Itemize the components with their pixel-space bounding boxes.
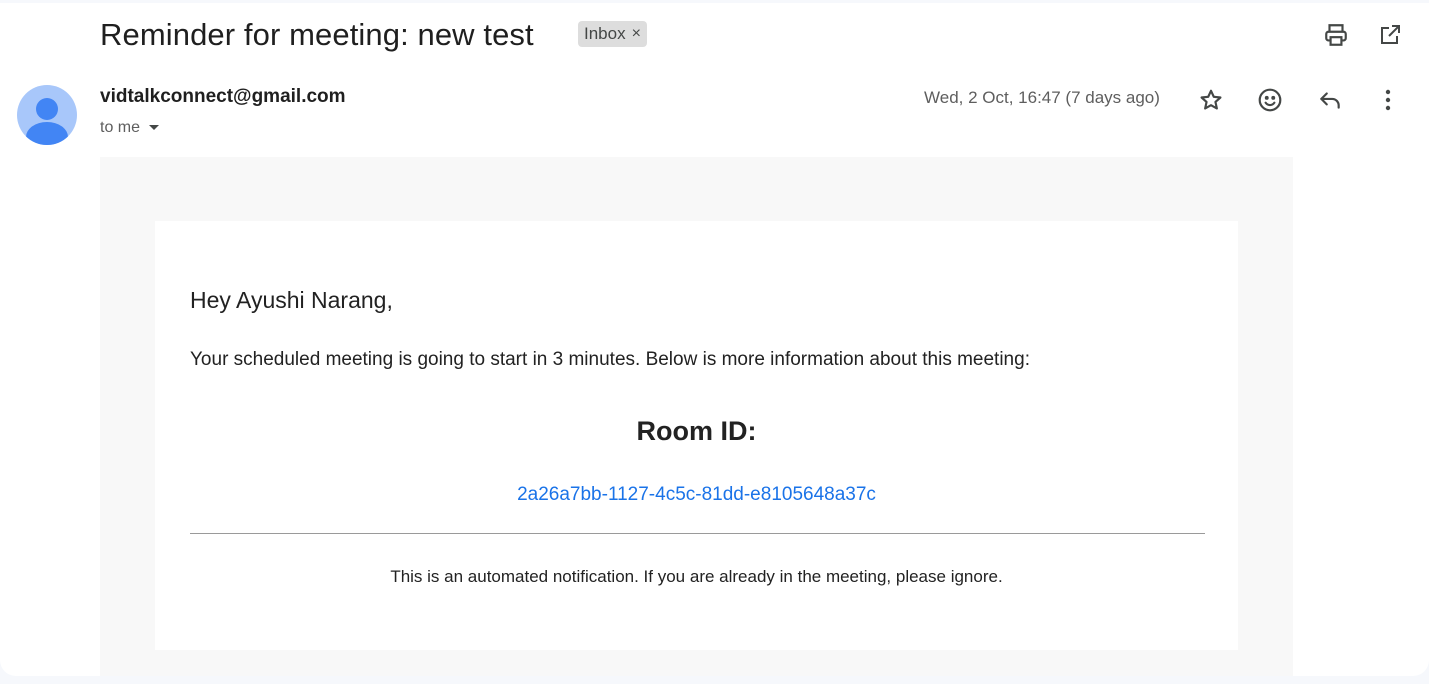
dropdown-arrow-icon: [149, 125, 160, 130]
remove-label-button[interactable]: ×: [632, 25, 641, 43]
emoji-reaction-icon[interactable]: [1254, 84, 1286, 116]
divider: [190, 533, 1205, 534]
print-icon[interactable]: [1321, 20, 1351, 50]
email-subject: Reminder for meeting: new test: [100, 17, 534, 52]
room-id-link[interactable]: 2a26a7bb-1127-4c5c-81dd-e8105648a37c: [155, 484, 1238, 506]
open-in-new-window-icon[interactable]: [1375, 20, 1405, 50]
email-body-content: Hey Ayushi Narang, Your scheduled meetin…: [155, 221, 1238, 650]
room-id-heading: Room ID:: [636, 416, 757, 446]
message-date: Wed, 2 Oct, 16:47 (7 days ago): [924, 88, 1160, 107]
automated-notification-text: This is an automated notification. If yo…: [390, 567, 1003, 586]
reply-icon[interactable]: [1314, 84, 1346, 116]
email-view: Reminder for meeting: new test Inbox × v…: [0, 0, 1429, 676]
top-border: [0, 0, 1429, 3]
recipient-details-toggle[interactable]: to me: [100, 119, 160, 137]
sender-email[interactable]: vidtalkconnect@gmail.com: [100, 86, 346, 108]
intro-paragraph: Your scheduled meeting is going to start…: [190, 349, 1030, 370]
email-body-wrapper: Hey Ayushi Narang, Your scheduled meetin…: [100, 157, 1293, 676]
greeting-text: Hey Ayushi Narang,: [190, 287, 393, 313]
inbox-label-chip[interactable]: Inbox ×: [578, 21, 647, 47]
more-options-icon[interactable]: [1372, 84, 1404, 116]
inbox-label-text: Inbox: [584, 24, 626, 43]
star-icon[interactable]: [1195, 84, 1227, 116]
recipient-label: to me: [100, 119, 141, 136]
sender-avatar[interactable]: [17, 85, 77, 145]
